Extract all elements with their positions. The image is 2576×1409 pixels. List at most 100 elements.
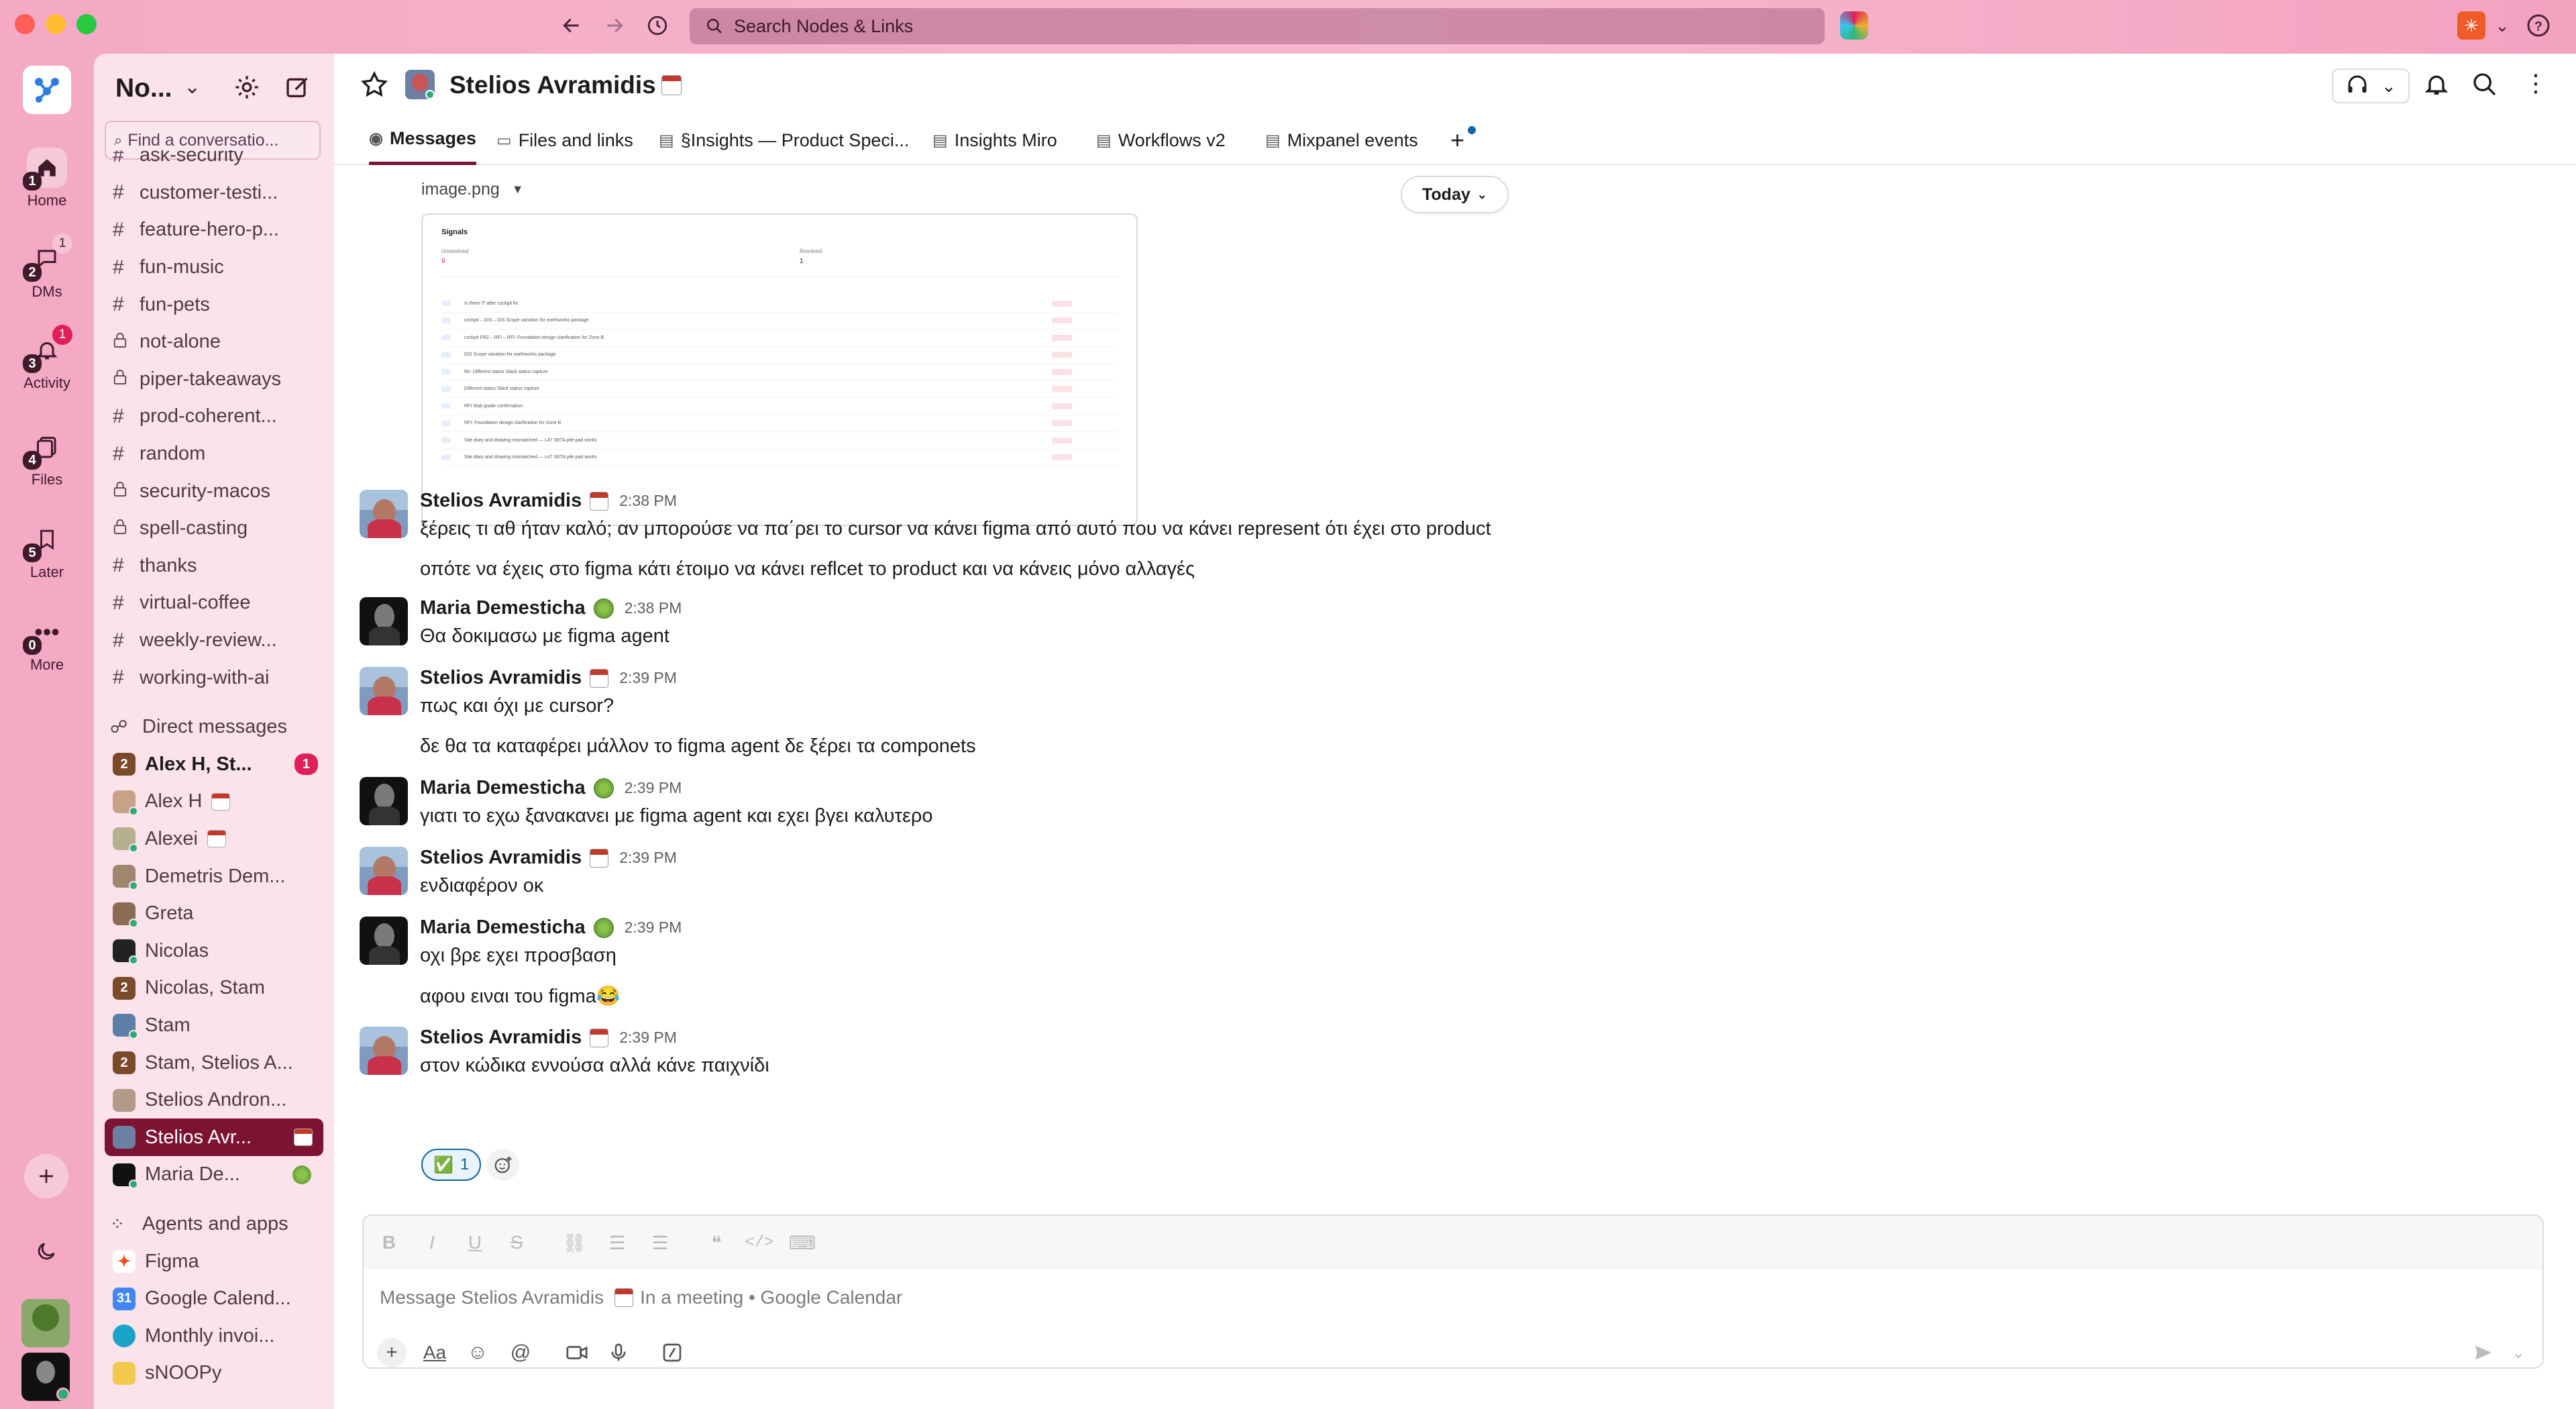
back-icon[interactable] — [555, 9, 588, 42]
dm-item-demetris[interactable]: Demetris Dem... — [105, 857, 323, 895]
search-icon[interactable] — [2471, 71, 2498, 101]
send-options-chevron-icon[interactable]: ⌄ — [2504, 1338, 2533, 1367]
app-item-monthly-invoice[interactable]: Monthly invoi... — [105, 1317, 323, 1355]
author-name[interactable]: Stelios Avramidis — [420, 1027, 582, 1049]
rail-activity[interactable]: 3 1 Activity — [0, 325, 94, 392]
settings-icon[interactable] — [233, 74, 260, 104]
link-icon[interactable]: ⛓ — [561, 1229, 588, 1256]
maximize-window-button[interactable] — [76, 14, 97, 34]
reaction-pill[interactable]: ✅ 1 — [421, 1149, 482, 1181]
tab-messages[interactable]: ◉ Messages — [369, 115, 477, 165]
bullet-list-icon[interactable]: ☰ — [647, 1229, 674, 1256]
rail-dms[interactable]: 2 1 DMs — [0, 233, 94, 301]
rail-more[interactable]: ••• 0 More — [0, 612, 94, 674]
timestamp[interactable]: 2:38 PM — [625, 599, 682, 617]
formatting-toggle-button[interactable]: Aa — [420, 1338, 449, 1367]
mention-icon[interactable]: @ — [506, 1338, 535, 1367]
add-workspace-button[interactable] — [24, 1154, 68, 1198]
underline-button[interactable]: U — [462, 1229, 488, 1256]
code-icon[interactable]: </> — [745, 1229, 773, 1256]
italic-button[interactable]: I — [419, 1229, 445, 1256]
tab-insights-product[interactable]: ▤ §Insights — Product Speci... — [659, 115, 909, 165]
dm-item-alex-h[interactable]: Alex H — [105, 783, 323, 821]
dm-item-nicolas-stam[interactable]: 2 Nicolas, Stam — [105, 970, 323, 1007]
star-icon[interactable] — [360, 70, 389, 103]
sidebar-item-not-alone[interactable]: not-alone — [105, 323, 323, 361]
author-name[interactable]: Maria Demesticha — [420, 917, 586, 939]
avatar[interactable] — [360, 1027, 408, 1075]
compose-icon[interactable] — [284, 74, 311, 104]
tab-files-links[interactable]: ▭ Files and links — [496, 115, 633, 165]
agents-apps-section[interactable]: ⁘ Agents and apps — [105, 1206, 323, 1243]
avatar[interactable] — [360, 847, 408, 895]
app-item-figma[interactable]: ✦ Figma — [105, 1243, 323, 1280]
sidebar-item-virtual-coffee[interactable]: # virtual-coffee — [105, 584, 323, 622]
dm-item-maria[interactable]: Maria De... — [105, 1156, 323, 1194]
sidebar-item-feature-hero[interactable]: # feature-hero-p... — [105, 211, 323, 249]
timestamp[interactable]: 2:38 PM — [619, 492, 677, 510]
emoji-icon[interactable]: ☺ — [463, 1338, 492, 1367]
sidebar-item-piper-takeaways[interactable]: piper-takeaways — [105, 361, 323, 399]
close-window-button[interactable] — [15, 14, 35, 34]
app-item-google-calendar[interactable]: 31 Google Calend... — [105, 1280, 323, 1318]
dm-item-group-alex[interactable]: 2 Alex H, St... 1 — [105, 746, 323, 784]
author-name[interactable]: Stelios Avramidis — [420, 847, 582, 869]
notifications-icon[interactable] — [2423, 71, 2450, 101]
sidebar-item-fun-pets[interactable]: # fun-pets — [105, 286, 323, 323]
more-vertical-icon[interactable]: ⋮ — [2524, 68, 2548, 98]
rail-later[interactable]: 5 Later — [0, 519, 94, 581]
add-reaction-icon[interactable] — [487, 1149, 519, 1181]
code-block-icon[interactable]: ⌨ — [789, 1229, 816, 1256]
sidebar-item-fun-music[interactable]: # fun-music — [105, 249, 323, 286]
dm-item-stam[interactable]: Stam — [105, 1007, 323, 1045]
blockquote-icon[interactable]: ❝ — [703, 1229, 730, 1256]
author-name[interactable]: Stelios Avramidis — [420, 667, 582, 689]
dm-item-stam-stelios[interactable]: 2 Stam, Stelios A... — [105, 1044, 323, 1082]
attachment-filename[interactable]: image.png ▼ — [421, 180, 524, 199]
sidebar-item-security-macos[interactable]: security-macos — [105, 472, 323, 510]
dark-mode-icon[interactable] — [24, 1229, 68, 1273]
add-tab-button[interactable]: + — [1450, 115, 1476, 165]
app-item-snoopy[interactable]: sNOOPy — [105, 1355, 323, 1392]
direct-messages-section[interactable]: ☍ Direct messages — [105, 709, 323, 746]
rail-files[interactable]: 4 Files — [0, 427, 94, 488]
author-name[interactable]: Maria Demesticha — [420, 777, 586, 799]
strikethrough-button[interactable]: S — [503, 1229, 530, 1256]
author-name[interactable]: Maria Demesticha — [420, 597, 586, 619]
dm-item-alexei[interactable]: Alexei — [105, 821, 323, 858]
bold-button[interactable]: B — [376, 1229, 402, 1256]
sidebar-item-customer-testi[interactable]: # customer-testi... — [105, 174, 323, 212]
user-avatar-2[interactable] — [21, 1353, 70, 1401]
minimize-window-button[interactable] — [46, 14, 66, 34]
forward-icon[interactable] — [598, 9, 631, 42]
search-input[interactable]: Search Nodes & Links — [690, 8, 1825, 44]
history-icon[interactable] — [641, 9, 674, 42]
avatar[interactable] — [360, 777, 408, 825]
app-logo[interactable] — [23, 66, 71, 114]
author-name[interactable]: Stelios Avramidis — [420, 490, 582, 512]
attach-plus-button[interactable]: + — [377, 1338, 407, 1367]
help-icon[interactable]: ? — [2522, 9, 2555, 42]
dm-item-stelios-andron[interactable]: Stelios Andron... — [105, 1082, 323, 1119]
timestamp[interactable]: 2:39 PM — [625, 779, 682, 797]
workspace-logo-icon[interactable] — [1838, 9, 1870, 42]
avatar[interactable] — [360, 490, 408, 538]
workspace-chevron-icon[interactable]: ⌄ — [184, 75, 201, 99]
sidebar-item-random[interactable]: # random — [105, 435, 323, 473]
avatar[interactable] — [360, 667, 408, 715]
sidebar-item-spell-casting[interactable]: spell-casting — [105, 510, 323, 547]
timestamp[interactable]: 2:39 PM — [619, 669, 677, 687]
timestamp[interactable]: 2:39 PM — [619, 849, 677, 867]
chevron-down-icon[interactable]: ⌄ — [2486, 9, 2518, 42]
sidebar-item-weekly-review[interactable]: # weekly-review... — [105, 622, 323, 660]
rail-home[interactable]: 1 Home — [0, 148, 94, 209]
microphone-icon[interactable] — [604, 1338, 633, 1367]
profile-status-icon[interactable]: ✳ — [2455, 9, 2487, 42]
timestamp[interactable]: 2:39 PM — [625, 919, 682, 937]
image-preview[interactable]: Signals Unresolved 9 Resolved 1 Is there… — [421, 213, 1138, 526]
page-title[interactable]: Stelios Avramidis — [449, 71, 656, 99]
sidebar-item-thanks[interactable]: # thanks — [105, 547, 323, 585]
dm-item-stelios-avr[interactable]: Stelios Avr... — [105, 1118, 323, 1157]
ordered-list-icon[interactable]: ☰ — [604, 1229, 631, 1256]
tab-mixpanel[interactable]: ▤ Mixpanel events — [1265, 115, 1418, 165]
